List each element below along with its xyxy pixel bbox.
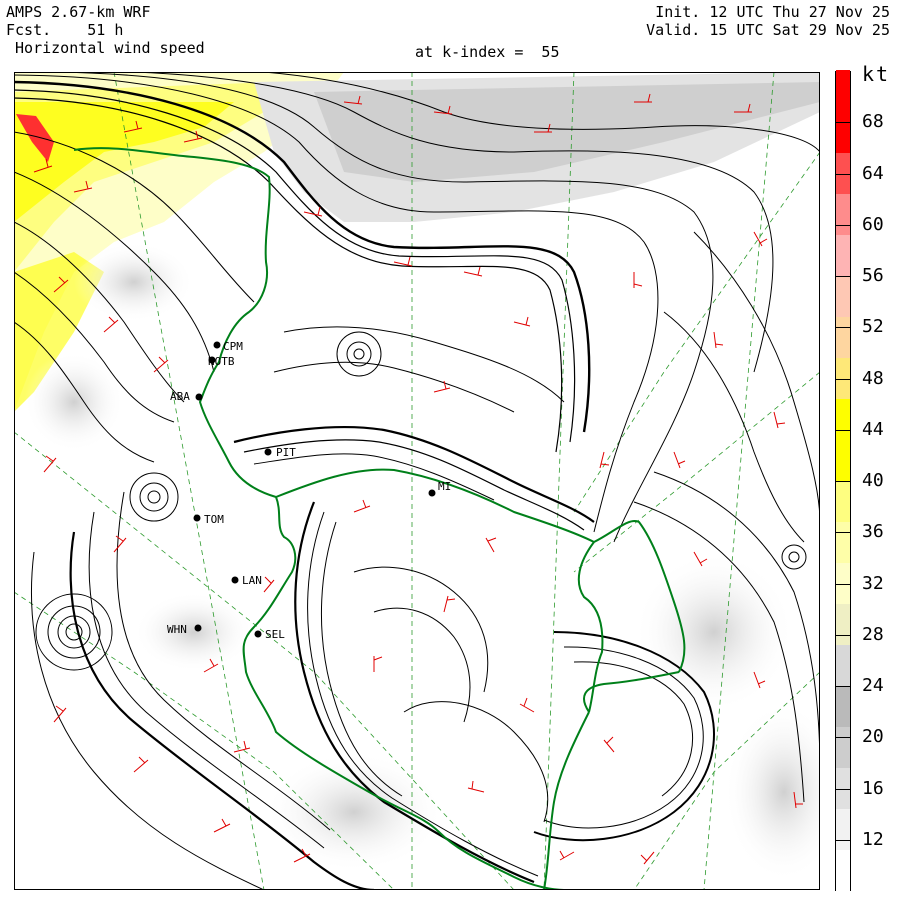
station-marker-tom	[193, 514, 201, 522]
color-scale-swatch	[836, 603, 850, 645]
color-scale-swatch	[836, 685, 850, 727]
color-scale-tick-line	[835, 378, 851, 380]
shade-grey-patch-4	[634, 552, 794, 712]
color-scale-swatch	[836, 521, 850, 563]
color-scale-tick-line	[835, 788, 851, 790]
model-title: AMPS 2.67-km WRF	[6, 3, 151, 21]
color-scale-unit: kt	[862, 62, 891, 86]
color-scale-tick-line	[835, 634, 851, 636]
color-scale-swatch	[836, 849, 850, 891]
station-label-pit: PIT	[276, 446, 296, 459]
station-label-lan: LAN	[242, 574, 262, 587]
color-scale-tick-label: 32	[862, 572, 884, 594]
color-scale-tick-label: 28	[862, 623, 884, 645]
station-label-cpm: CPM	[223, 340, 243, 353]
color-scale-tick-label: 24	[862, 675, 884, 696]
shade-grey-patch-3	[264, 752, 444, 872]
station-label-whn: WHN	[167, 623, 187, 636]
color-scale-tick-label: 68	[862, 111, 884, 133]
color-scale-tick-label: 60	[862, 213, 884, 235]
color-scale-tick-label: 56	[862, 265, 884, 286]
forecast-label: Fcst.	[6, 21, 52, 39]
color-scale-swatch	[836, 316, 850, 358]
color-scale-swatch	[836, 111, 850, 153]
color-scale-tick-line	[835, 481, 851, 482]
color-scale-tick-line	[835, 122, 851, 124]
color-scale-swatch	[836, 480, 850, 522]
color-scale-tick-label: 40	[862, 470, 884, 491]
color-scale-tick-line	[835, 173, 851, 175]
color-scale-swatch	[836, 439, 850, 481]
color-scale-tick-line	[835, 839, 851, 841]
color-scale-tick-line	[835, 686, 851, 687]
station-label-tom: TOM	[204, 513, 224, 526]
color-scale-swatch	[836, 70, 850, 112]
color-scale-tick-line	[835, 429, 851, 431]
color-scale-tick-line	[835, 224, 851, 226]
station-marker-lan	[231, 576, 239, 584]
station-marker-aba	[195, 393, 203, 401]
color-scale-labels: kt 68 64 60 56 52 48 44 40 36 32 28 24 20 16 12	[835, 60, 900, 900]
field-name: Horizontal wind speed	[15, 39, 205, 57]
color-scale-swatch	[836, 726, 850, 768]
color-scale-tick-line	[835, 327, 851, 329]
color-scale-tick-label: 20	[862, 726, 884, 748]
valid-time: Valid. 15 UTC Sat 29 Nov 25	[646, 21, 890, 39]
header-right: Init. 12 UTC Thu 27 Nov 25 Valid. 15 UTC…	[646, 3, 890, 39]
color-scale-tick-line	[835, 583, 851, 585]
color-scale-swatch	[836, 398, 850, 440]
color-scale-tick-line	[835, 532, 851, 534]
color-scale-swatch	[836, 193, 850, 235]
forecast-hour: 51 h	[87, 21, 124, 39]
station-marker-whn	[194, 624, 202, 632]
station-marker-cpm	[213, 341, 221, 349]
station-marker-pit	[264, 448, 272, 456]
color-scale-tick-label: 16	[862, 777, 884, 799]
color-scale-swatch	[836, 275, 850, 317]
color-scale-tick-label: 36	[862, 521, 884, 543]
station-label-mi: MI	[438, 480, 451, 493]
color-scale-tick-label: 48	[862, 367, 884, 389]
color-scale-swatch	[836, 808, 850, 850]
color-scale-swatch	[836, 234, 850, 276]
init-time: Init. 12 UTC Thu 27 Nov 25	[655, 3, 890, 21]
station-label-notb: NOTB	[208, 355, 235, 368]
station-label-sel: SEL	[265, 628, 285, 641]
color-scale-tick-label: 12	[862, 828, 884, 850]
header-left: AMPS 2.67-km WRF Fcst. 51 h Horizontal w…	[6, 3, 205, 57]
station-label-aba: ABA	[170, 390, 190, 403]
station-marker-sel	[254, 630, 262, 638]
station-marker-mi	[428, 489, 436, 497]
color-scale-tick-label: 64	[862, 162, 884, 184]
color-scale-tick-line	[835, 737, 851, 739]
level-label: at k-index = 55	[415, 43, 560, 61]
wind-map: CPM NOTB ABA PIT MI TOM LAN WHN SEL	[14, 72, 820, 890]
shade-grey-patch-1	[74, 242, 194, 322]
color-scale-swatch	[836, 644, 850, 686]
shade-grey-patch-2	[24, 352, 124, 452]
color-scale-tick-label: 44	[862, 418, 884, 440]
color-scale-tick-label: 52	[862, 316, 884, 338]
color-scale-tick-line	[835, 276, 851, 277]
shade-grey-patch-6	[134, 592, 254, 672]
